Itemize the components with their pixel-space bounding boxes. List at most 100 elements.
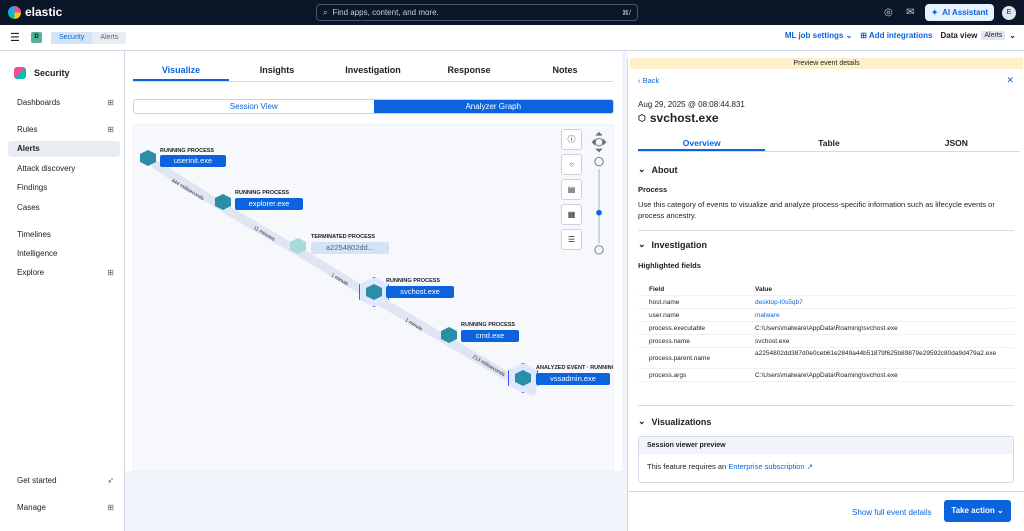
space-avatar[interactable]: D xyxy=(31,32,42,43)
node-name-button[interactable]: a2254802dd... xyxy=(311,242,389,254)
schema-icon[interactable]: ▤ xyxy=(561,179,582,200)
field-name: user.name xyxy=(649,312,680,319)
event-title: ⬡ svchost.exe xyxy=(638,111,719,125)
sidebar-item-timelines[interactable]: Timelines xyxy=(8,227,120,243)
session-viewer-body: This feature requires an Enterprise subs… xyxy=(639,454,1013,479)
data-view-picker[interactable]: Data view Alerts ⌄ xyxy=(940,31,1016,40)
process-node-icon[interactable] xyxy=(508,363,538,393)
grid-icon[interactable]: ⊞ xyxy=(107,500,114,516)
about-section-toggle[interactable]: ⌄ About xyxy=(638,164,678,175)
field-name: host.name xyxy=(649,299,680,306)
field-name: process.args xyxy=(649,372,687,379)
data-view-value: Alerts xyxy=(981,31,1006,40)
divider xyxy=(638,405,1014,406)
field-value-link[interactable]: desktop-l0s5qb7 xyxy=(755,299,1009,306)
elastic-logo[interactable]: elastic xyxy=(8,5,62,19)
help-icon[interactable]: ◎ xyxy=(881,6,895,20)
pan-left-icon[interactable] xyxy=(591,138,596,146)
close-icon[interactable]: ✕ xyxy=(1006,75,1014,86)
back-button[interactable]: ‹ Back xyxy=(638,76,659,85)
node-name-button[interactable]: explorer.exe xyxy=(235,198,303,210)
grid-icon[interactable]: ⊞ xyxy=(107,122,114,138)
session-view-button[interactable]: Session View xyxy=(134,100,374,113)
field-value: a2254802dd387d0e0ceb61e2849a44b51879f625… xyxy=(755,350,997,357)
sidebar-item-explore[interactable]: Explore ⊞ xyxy=(8,265,120,281)
process-node-icon[interactable] xyxy=(287,235,309,257)
visualizations-section-toggle[interactable]: ⌄ Visualizations xyxy=(638,416,711,427)
node-name-button[interactable]: svchost.exe xyxy=(386,286,454,298)
table-row: process.args C:\Users\malware\AppData\Roa… xyxy=(638,369,1014,382)
sidebar-item-label: Cases xyxy=(17,203,40,212)
rocket-icon: ➶ xyxy=(107,476,114,485)
pan-up-icon[interactable] xyxy=(595,131,603,136)
top-header: elastic ⌕ Find apps, content, and more. … xyxy=(0,0,1024,25)
breadcrumb-security[interactable]: Security xyxy=(51,32,93,44)
analyzer-graph-button[interactable]: Analyzer Graph xyxy=(373,100,613,113)
grid-icon[interactable]: ⊞ xyxy=(107,95,114,111)
tab-visualize[interactable]: Visualize xyxy=(133,58,229,81)
flyout-footer: Show full event details Take action ⌄ xyxy=(628,491,1024,531)
pan-down-icon[interactable] xyxy=(595,148,603,153)
tab-overview[interactable]: Overview xyxy=(638,135,766,151)
zoom-out-icon[interactable] xyxy=(594,245,604,255)
info-icon[interactable]: ⓘ xyxy=(561,129,582,150)
security-logo-icon xyxy=(14,67,26,79)
tab-insights[interactable]: Insights xyxy=(229,58,325,81)
list-icon[interactable]: ☰ xyxy=(561,229,582,250)
sidebar-item-label: Attack discovery xyxy=(17,164,76,173)
tab-table[interactable]: Table xyxy=(765,135,892,151)
node-state-label: RUNNING PROCESS xyxy=(461,322,516,328)
show-full-event-details-button[interactable]: Show full event details xyxy=(852,508,932,517)
node-name-button[interactable]: cmd.exe xyxy=(461,330,519,342)
sidebar-item-intelligence[interactable]: Intelligence xyxy=(8,246,120,262)
global-search-input[interactable]: ⌕ Find apps, content, and more. ⌘/ xyxy=(316,4,638,21)
sidebar-item-cases[interactable]: Cases xyxy=(8,200,120,216)
sidebar-item-attack-discovery[interactable]: Attack discovery xyxy=(8,161,120,177)
tab-json[interactable]: JSON xyxy=(893,135,1020,151)
zoom-slider-thumb[interactable] xyxy=(596,209,602,216)
zoom-in-icon[interactable] xyxy=(594,157,604,167)
center-icon[interactable] xyxy=(594,137,604,147)
ai-assistant-button[interactable]: ✦ AI Assistant xyxy=(925,4,994,21)
investigation-section-toggle[interactable]: ⌄ Investigation xyxy=(638,239,707,250)
analyzer-graph[interactable]: 444 milliseconds 11 minutes 1 minute 1 m… xyxy=(133,124,614,472)
grid-icon[interactable]: ⊞ xyxy=(107,265,114,281)
ml-job-settings-button[interactable]: ML job settings ⌄ xyxy=(785,31,852,40)
take-action-button[interactable]: Take action ⌄ xyxy=(944,500,1011,522)
field-value-link[interactable]: malware xyxy=(755,312,1009,319)
process-node-icon[interactable] xyxy=(137,147,159,169)
legend-icon[interactable]: ○ xyxy=(561,154,582,175)
process-node-icon[interactable] xyxy=(359,277,389,307)
node-name-button[interactable]: vssadmin.exe xyxy=(536,373,610,385)
sidebar-item-get-started[interactable]: Get started ➶ xyxy=(8,473,120,489)
add-integrations-label: Add integrations xyxy=(868,31,933,40)
calendar-icon[interactable]: ▦ xyxy=(561,204,582,225)
sidebar-item-manage[interactable]: Manage ⊞ xyxy=(8,500,120,516)
sidebar-item-alerts[interactable]: Alerts xyxy=(8,141,120,157)
tab-response[interactable]: Response xyxy=(421,58,517,81)
menu-icon[interactable]: ☰ xyxy=(10,33,20,44)
process-node-icon[interactable] xyxy=(438,324,460,346)
tab-investigation[interactable]: Investigation xyxy=(325,58,421,81)
user-avatar[interactable]: E xyxy=(1002,5,1016,20)
column-header-value: Value xyxy=(755,286,772,293)
node-name-button[interactable]: userinit.exe xyxy=(160,155,226,167)
tab-notes[interactable]: Notes xyxy=(517,58,613,81)
alert-tabs: Visualize Insights Investigation Respons… xyxy=(133,58,613,82)
sidebar-item-findings[interactable]: Findings xyxy=(8,180,120,196)
enterprise-subscription-link[interactable]: Enterprise subscription xyxy=(728,462,804,471)
field-name: process.parent.name xyxy=(649,355,711,362)
news-feed-icon[interactable]: ✉ xyxy=(903,6,917,20)
field-value: svchost.exe xyxy=(755,338,790,345)
node-state-label: TERMINATED PROCESS xyxy=(311,234,376,240)
pan-right-icon[interactable] xyxy=(602,138,607,146)
zoom-navigation xyxy=(591,131,607,255)
sidebar-item-label: Get started xyxy=(17,476,57,485)
table-row: process.name svchost.exe xyxy=(638,335,1014,348)
process-node-icon[interactable] xyxy=(212,191,234,213)
table-row: process.parent.name a2254802dd387d0e0ceb6… xyxy=(638,348,1014,369)
chevron-down-icon: ⌄ xyxy=(638,416,646,426)
sidebar-item-rules[interactable]: Rules ⊞ xyxy=(8,122,120,138)
add-integrations-button[interactable]: ⊞ Add integrations xyxy=(860,31,932,40)
sidebar-item-dashboards[interactable]: Dashboards ⊞ xyxy=(8,95,120,111)
